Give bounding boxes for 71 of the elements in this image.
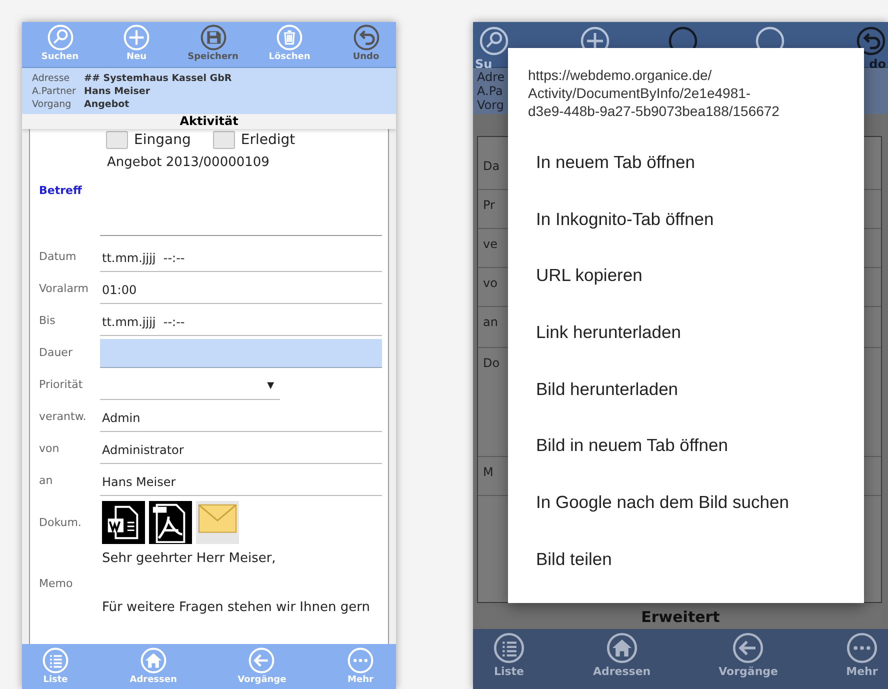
- menu-item[interactable]: In neuem Tab öffnen: [508, 142, 864, 199]
- field-label: ve: [482, 236, 498, 251]
- field-label: Dauer: [38, 345, 74, 359]
- search-icon: [46, 24, 74, 51]
- input-field[interactable]: tt.mm.jjjj --:--: [100, 245, 382, 272]
- info-label: Vorgang: [32, 98, 72, 111]
- more-icon: [846, 632, 878, 664]
- toolbar-label: Su: [475, 57, 492, 71]
- info-label: Vorg: [477, 98, 504, 112]
- input-field[interactable]: tt.mm.jjjj --:--: [100, 309, 382, 336]
- field-label: von: [38, 441, 60, 455]
- field-label: an: [38, 473, 54, 487]
- field-label: Do: [482, 355, 500, 370]
- field-label: Voralarm: [38, 281, 90, 295]
- pdf-document-icon[interactable]: [149, 500, 192, 544]
- field-label: verantw.: [38, 409, 88, 423]
- field-label: Datum: [38, 249, 78, 263]
- dropdown[interactable]: ▼: [100, 373, 280, 400]
- field-label: an: [482, 314, 498, 329]
- plus-icon: [123, 24, 150, 51]
- info-label: Adre: [477, 70, 505, 84]
- list-icon: [42, 647, 69, 674]
- search-icon[interactable]: [479, 26, 509, 56]
- field-label: Da: [482, 158, 500, 173]
- checkbox[interactable]: Erledigt: [212, 131, 296, 149]
- home-icon: [140, 647, 167, 674]
- menu-item[interactable]: Bild herunterladen: [508, 368, 864, 426]
- menu-item[interactable]: In Google nach dem Bild suchen: [508, 482, 864, 539]
- field-label: Dokum.: [38, 516, 82, 528]
- info-value: ## Systemhaus Kassel GbR: [84, 72, 232, 85]
- undo-icon: [352, 24, 380, 51]
- input-field[interactable]: Admin: [100, 405, 382, 432]
- input-field[interactable]: Hans Meiser: [100, 469, 382, 496]
- field-label: M: [482, 464, 494, 479]
- more-icon: [346, 647, 374, 674]
- field-label: Pr: [482, 197, 495, 212]
- list-icon: [493, 632, 525, 664]
- input-field[interactable]: [100, 339, 382, 368]
- field-label: vo: [482, 275, 498, 290]
- info-label: Adresse: [32, 72, 71, 85]
- field-label: Betreff: [38, 183, 83, 197]
- info-value: Angebot: [84, 98, 130, 111]
- memo-text: Sehr geehrter Herr Meiser,: [102, 551, 277, 566]
- menu-item[interactable]: In Inkognito-Tab öffnen: [508, 198, 864, 256]
- menu-item[interactable]: Bild teilen: [508, 538, 864, 596]
- info-label: A.Pa: [477, 84, 503, 98]
- input-field[interactable]: Administrator: [100, 437, 382, 464]
- info-label: A.Partner: [32, 85, 77, 98]
- toolbar-label: do: [869, 57, 886, 71]
- field-label: Priorität: [38, 377, 84, 391]
- input-field[interactable]: 01:00: [100, 277, 382, 304]
- home-icon: [606, 632, 638, 664]
- link-url: https://webdemo.organice.de/ Activity/DocumentByInfo/2e1e4981- d3e9-448b-9a27-5b9073bea188/156672: [527, 66, 780, 121]
- menu-item[interactable]: Link herunterladen: [508, 312, 864, 369]
- memo-text: Für weitere Fragen stehen wir Ihnen gern: [102, 600, 370, 615]
- info-value: Hans Meiser: [84, 85, 150, 98]
- plus-icon[interactable]: [580, 26, 610, 48]
- home-nav-button[interactable]: Adressen: [592, 629, 651, 689]
- field-label: Memo: [38, 576, 74, 590]
- section-title: Aktivität: [22, 114, 396, 129]
- list-nav-button[interactable]: Liste: [493, 629, 525, 689]
- word-document-icon[interactable]: [102, 500, 145, 544]
- menu-item[interactable]: Bild in neuem Tab öffnen: [508, 425, 864, 482]
- menu-item[interactable]: URL kopieren: [508, 255, 864, 312]
- field-label: Bis: [38, 313, 56, 327]
- checkbox[interactable]: Eingang: [106, 131, 191, 149]
- back-icon: [248, 647, 276, 674]
- more-nav-button[interactable]: Mehr: [846, 629, 878, 689]
- back-icon: [732, 632, 764, 664]
- reference-number: Angebot 2013/00000109: [106, 154, 270, 172]
- back-nav-button[interactable]: Vorgänge: [718, 629, 778, 689]
